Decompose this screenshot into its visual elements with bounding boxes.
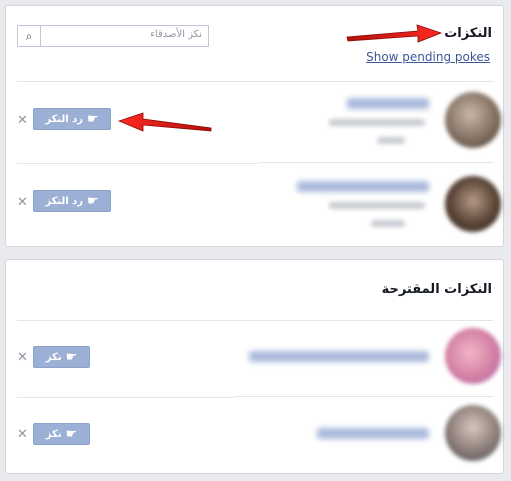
avatar[interactable] — [445, 328, 501, 384]
suggested-poke-row: ☛ نكز ✕ — [6, 401, 505, 471]
poke-friends-search-input[interactable]: ⌕ نكز الأصدقاء — [17, 25, 209, 47]
avatar[interactable] — [445, 176, 501, 232]
divider — [17, 320, 493, 321]
suggested-poke-row: ☛ نكز ✕ — [6, 324, 505, 394]
poke-label: نكز — [45, 428, 62, 440]
poke-button[interactable]: ☛ نكز — [33, 346, 90, 368]
poke-row: ☛ رد النكز ✕ — [6, 86, 505, 156]
avatar[interactable] — [445, 405, 501, 461]
divider — [17, 163, 258, 164]
show-pending-pokes-link[interactable]: Show pending pokes — [366, 50, 490, 64]
pointing-hand-icon: ☛ — [65, 349, 78, 365]
poke-meta — [329, 119, 425, 126]
dismiss-close-icon[interactable]: ✕ — [17, 427, 28, 442]
suggested-pokes-title: النكزات المقترحة — [381, 282, 492, 297]
pokes-card: النكزات Show pending pokes ⌕ نكز الأصدقا… — [5, 5, 504, 247]
magnifier-icon[interactable]: ⌕ — [18, 26, 41, 46]
search-placeholder: نكز الأصدقاء — [150, 29, 202, 40]
suggested-friend-name[interactable] — [317, 428, 429, 439]
poke-back-button[interactable]: ☛ رد النكز — [33, 108, 111, 130]
pointing-hand-icon: ☛ — [65, 426, 78, 442]
pokes-title: النكزات — [444, 26, 492, 41]
poke-back-label: رد النكز — [45, 195, 84, 207]
poke-label: نكز — [45, 351, 62, 363]
pointing-hand-icon: ☛ — [87, 111, 99, 127]
divider — [258, 162, 493, 163]
poke-meta — [329, 202, 425, 209]
poke-time — [371, 220, 405, 227]
poke-row: ☛ رد النكز ✕ — [6, 170, 505, 240]
suggested-friend-name[interactable] — [249, 351, 429, 362]
suggested-pokes-card: النكزات المقترحة ☛ نكز ✕ ☛ نكز ✕ — [5, 259, 504, 474]
dismiss-close-icon[interactable]: ✕ — [17, 113, 28, 128]
dismiss-close-icon[interactable]: ✕ — [17, 195, 28, 210]
divider — [17, 81, 493, 82]
poke-time — [377, 137, 405, 144]
poke-button[interactable]: ☛ نكز — [33, 423, 90, 445]
poke-back-button[interactable]: ☛ رد النكز — [33, 190, 111, 212]
avatar[interactable] — [445, 92, 501, 148]
poke-back-label: رد النكز — [45, 113, 84, 125]
friend-name[interactable] — [347, 98, 429, 109]
friend-name[interactable] — [297, 181, 429, 192]
divider — [234, 396, 493, 397]
pointing-hand-icon: ☛ — [87, 193, 99, 209]
divider — [17, 397, 234, 398]
dismiss-close-icon[interactable]: ✕ — [17, 350, 28, 365]
